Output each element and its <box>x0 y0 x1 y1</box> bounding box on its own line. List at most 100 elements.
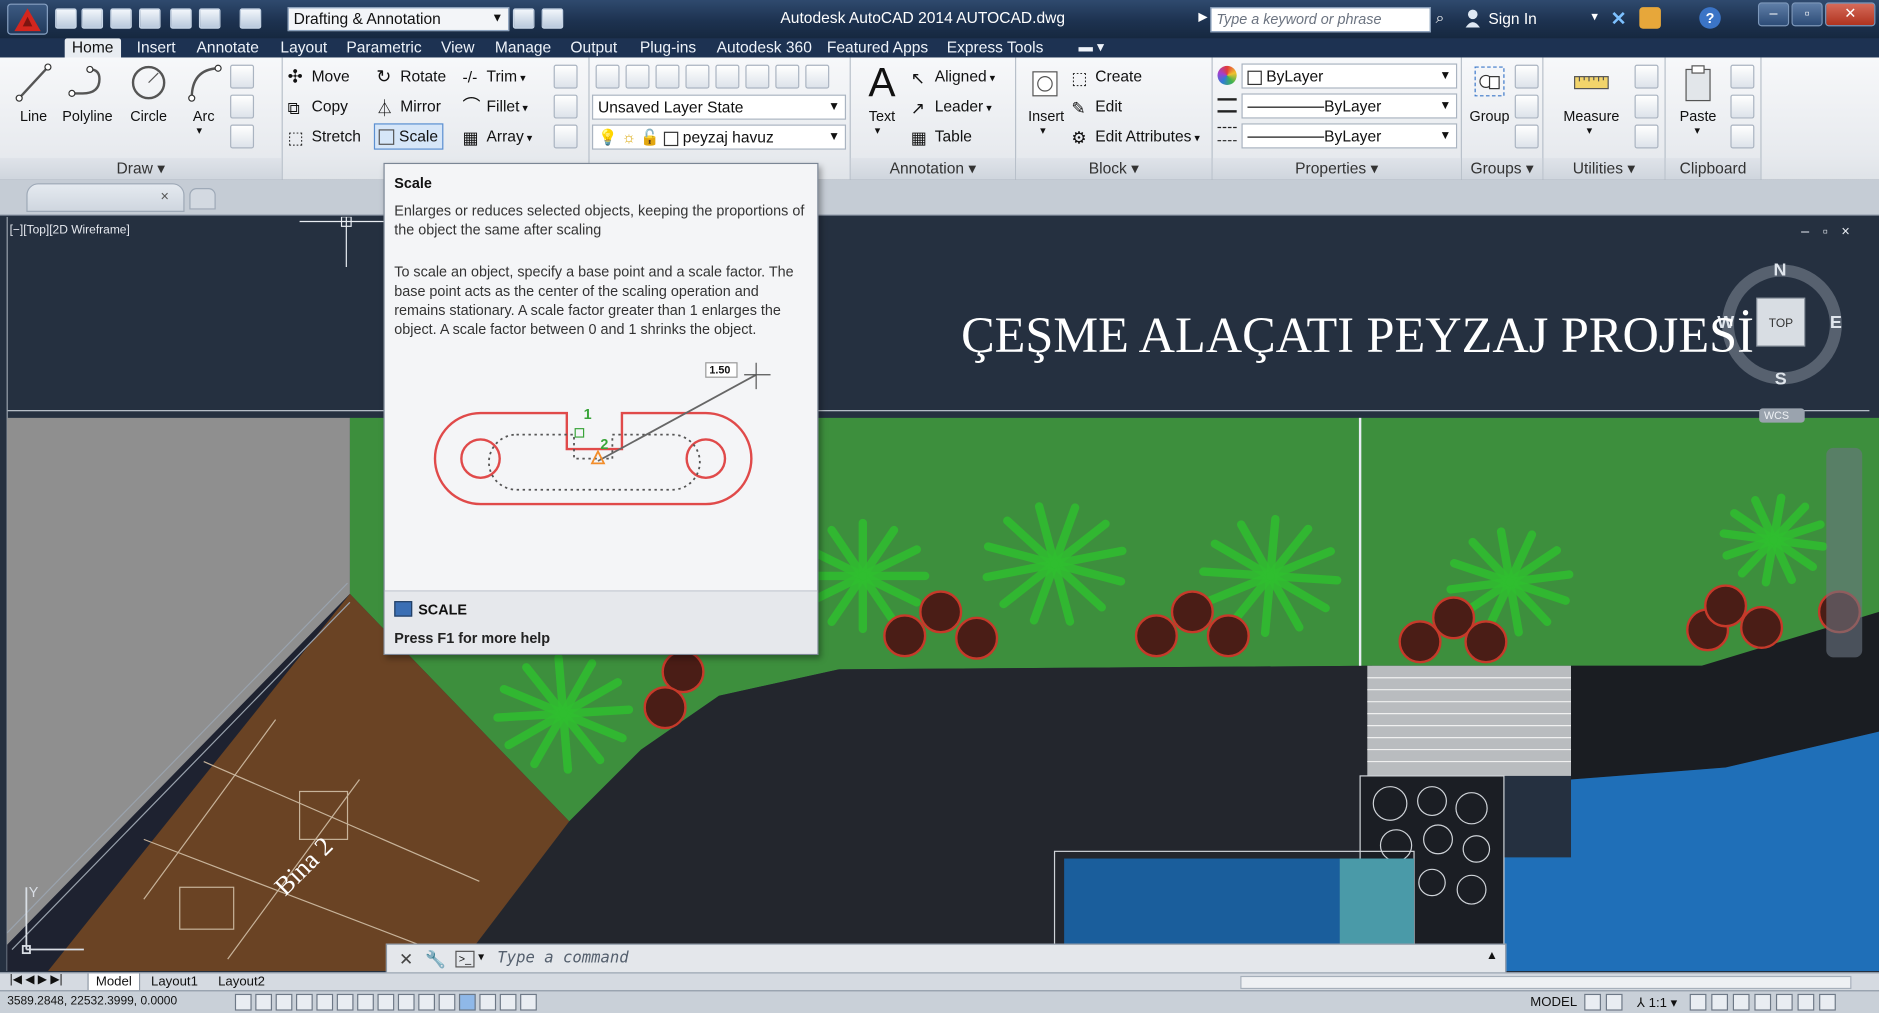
explode-icon[interactable] <box>553 94 578 119</box>
color-select[interactable]: ByLayer ▼ <box>1241 63 1458 89</box>
undo-icon[interactable] <box>198 8 221 29</box>
search-expand-icon[interactable]: ▶ <box>1198 11 1207 24</box>
line-button[interactable]: Line <box>10 62 58 125</box>
group-edit-icon[interactable] <box>1514 94 1539 119</box>
auto-scale-icon[interactable] <box>1711 993 1729 1011</box>
coordinates-readout[interactable]: 3589.2848, 22532.3999, 0.0000 <box>7 995 177 1008</box>
leader-button[interactable]: ↗ Leader ▾ <box>911 93 992 119</box>
tab-home[interactable]: Home <box>64 38 121 58</box>
copy-clip-icon[interactable] <box>1730 94 1755 119</box>
offset-icon[interactable] <box>553 124 578 149</box>
color-wheel-icon[interactable] <box>1217 65 1237 86</box>
erase-icon[interactable] <box>553 64 578 89</box>
layer-freeze-icon[interactable] <box>715 64 740 89</box>
arc-button[interactable]: Arc <box>180 62 228 125</box>
infer-constraints-icon[interactable] <box>234 993 252 1011</box>
polar-icon[interactable] <box>316 993 334 1011</box>
clean-screen-icon[interactable] <box>1819 993 1836 1011</box>
text-dropdown-icon[interactable]: ▾ <box>875 125 880 138</box>
draw-panel-title[interactable]: Draw ▾ <box>0 158 282 180</box>
binoculars-icon[interactable]: ⌕ <box>1436 8 1455 27</box>
new-icon[interactable] <box>55 8 77 29</box>
ribbon-options-icon[interactable]: ▬ ▾ <box>1071 38 1111 57</box>
annotation-scale[interactable]: ⅄ 1:1 ▾ <box>1637 995 1677 1010</box>
annotation-monitor-icon[interactable] <box>520 993 537 1011</box>
ortho-icon[interactable] <box>295 993 313 1011</box>
redo-icon[interactable] <box>239 8 262 29</box>
arc-dropdown-icon[interactable]: ▾ <box>197 125 202 138</box>
linetype-select[interactable]: ByLayer ▼ <box>1241 123 1458 149</box>
aligned-button[interactable]: ↖ Aligned ▾ <box>911 63 995 89</box>
tab-parametric[interactable]: Parametric <box>339 38 429 57</box>
sign-in-link[interactable]: Sign In <box>1488 10 1537 28</box>
navigation-bar[interactable] <box>1826 447 1863 658</box>
tab-manage[interactable]: Manage <box>488 38 559 57</box>
edit-block-button[interactable]: ✎ Edit <box>1071 93 1122 119</box>
group-button[interactable]: Group <box>1466 62 1514 125</box>
workspace-settings-icon[interactable] <box>512 8 535 29</box>
cut-icon[interactable] <box>1730 64 1755 89</box>
tab-nav-arrows[interactable]: |◀ ◀ ▶ ▶| <box>10 973 63 986</box>
ducs-icon[interactable] <box>397 993 415 1011</box>
layer-select[interactable]: 💡 ☼ 🔓 peyzaj havuz ▼ <box>591 124 847 150</box>
utilities-panel-title[interactable]: Utilities ▾ <box>1543 158 1665 180</box>
save-icon[interactable] <box>110 8 132 29</box>
lineweight-select[interactable]: ByLayer ▼ <box>1241 93 1458 119</box>
clipboard-panel-title[interactable]: Clipboard <box>1665 158 1761 180</box>
polyline-button[interactable]: Polyline <box>60 62 115 125</box>
match-properties-icon[interactable] <box>1730 124 1755 149</box>
measure-dropdown-icon[interactable]: ▾ <box>1587 125 1592 138</box>
layer-walk-icon[interactable] <box>805 64 830 89</box>
otrack-icon[interactable] <box>377 993 395 1011</box>
transparency-icon[interactable] <box>458 993 476 1011</box>
linetype-icon[interactable] <box>1217 126 1237 142</box>
plot-icon[interactable] <box>170 8 192 29</box>
array-button[interactable]: ▦ Array ▾ <box>463 123 533 149</box>
horizontal-scrollbar[interactable] <box>1240 975 1852 990</box>
stretch-button[interactable]: ⬚ Stretch <box>288 123 361 149</box>
id-point-icon[interactable] <box>1634 94 1659 119</box>
tab-insert[interactable]: Insert <box>129 38 182 57</box>
close-button[interactable]: ✕ <box>1825 2 1876 27</box>
tab-featured-apps[interactable]: Featured Apps <box>820 38 936 57</box>
paste-dropdown-icon[interactable]: ▾ <box>1694 125 1699 138</box>
rotate-button[interactable]: ↻ Rotate <box>376 63 446 89</box>
model-space-button[interactable]: MODEL <box>1530 995 1577 1009</box>
edit-attributes-button[interactable]: ⚙ Edit Attributes ▾ <box>1071 123 1200 149</box>
drawing-canvas[interactable]: Bina 2 TOP N S E W WCS Y ÇEŞME ALAÇATI P… <box>0 216 1879 972</box>
circle-button[interactable]: Circle <box>125 62 173 125</box>
tab-view[interactable]: View <box>434 38 482 57</box>
fillet-button[interactable]: ⌒ Fillet ▾ <box>463 93 528 119</box>
tab-annotate[interactable]: Annotate <box>189 38 266 57</box>
tab-output[interactable]: Output <box>563 38 624 57</box>
hatch-icon[interactable] <box>230 94 255 119</box>
mirror-button[interactable]: ⏃ Mirror <box>376 93 441 119</box>
tab-layout1[interactable]: Layout1 <box>144 973 205 991</box>
groups-panel-title[interactable]: Groups ▾ <box>1461 158 1543 180</box>
tab-model[interactable]: Model <box>87 973 141 992</box>
user-icon[interactable] <box>1464 8 1481 28</box>
insert-dropdown-icon[interactable]: ▾ <box>1040 125 1045 138</box>
close-tab-icon[interactable]: × <box>161 188 169 205</box>
command-prompt-icon[interactable]: >_ <box>455 950 475 968</box>
quick-view-drawings-icon[interactable] <box>1605 993 1623 1011</box>
lock-ui-icon[interactable] <box>1754 993 1772 1011</box>
region-icon[interactable] <box>230 124 255 149</box>
create-block-button[interactable]: ⬚ Create <box>1071 63 1142 89</box>
lineweight-toggle-icon[interactable] <box>438 993 456 1011</box>
layer-properties-icon[interactable] <box>595 64 620 89</box>
quick-properties-icon[interactable] <box>479 993 497 1011</box>
layer-lock-icon[interactable] <box>775 64 800 89</box>
workspace-select[interactable]: Drafting & Annotation ▼ <box>287 7 510 32</box>
search-input[interactable]: Type a keyword or phrase <box>1210 7 1431 33</box>
file-tab[interactable]: × <box>26 183 185 212</box>
annotation-panel-title[interactable]: Annotation ▾ <box>850 158 1015 180</box>
trim-button[interactable]: -/- Trim ▾ <box>463 63 526 89</box>
autocad-logo-icon[interactable] <box>7 3 48 35</box>
plot-preview-icon[interactable] <box>541 8 564 29</box>
dropdown-icon[interactable]: ▾ <box>1591 8 1598 24</box>
layer-state-select[interactable]: Unsaved Layer State ▼ <box>591 94 847 120</box>
command-history-icon[interactable]: ▲ <box>1486 950 1498 963</box>
table-button[interactable]: ▦ Table <box>911 123 972 149</box>
properties-panel-title[interactable]: Properties ▾ <box>1212 158 1461 180</box>
